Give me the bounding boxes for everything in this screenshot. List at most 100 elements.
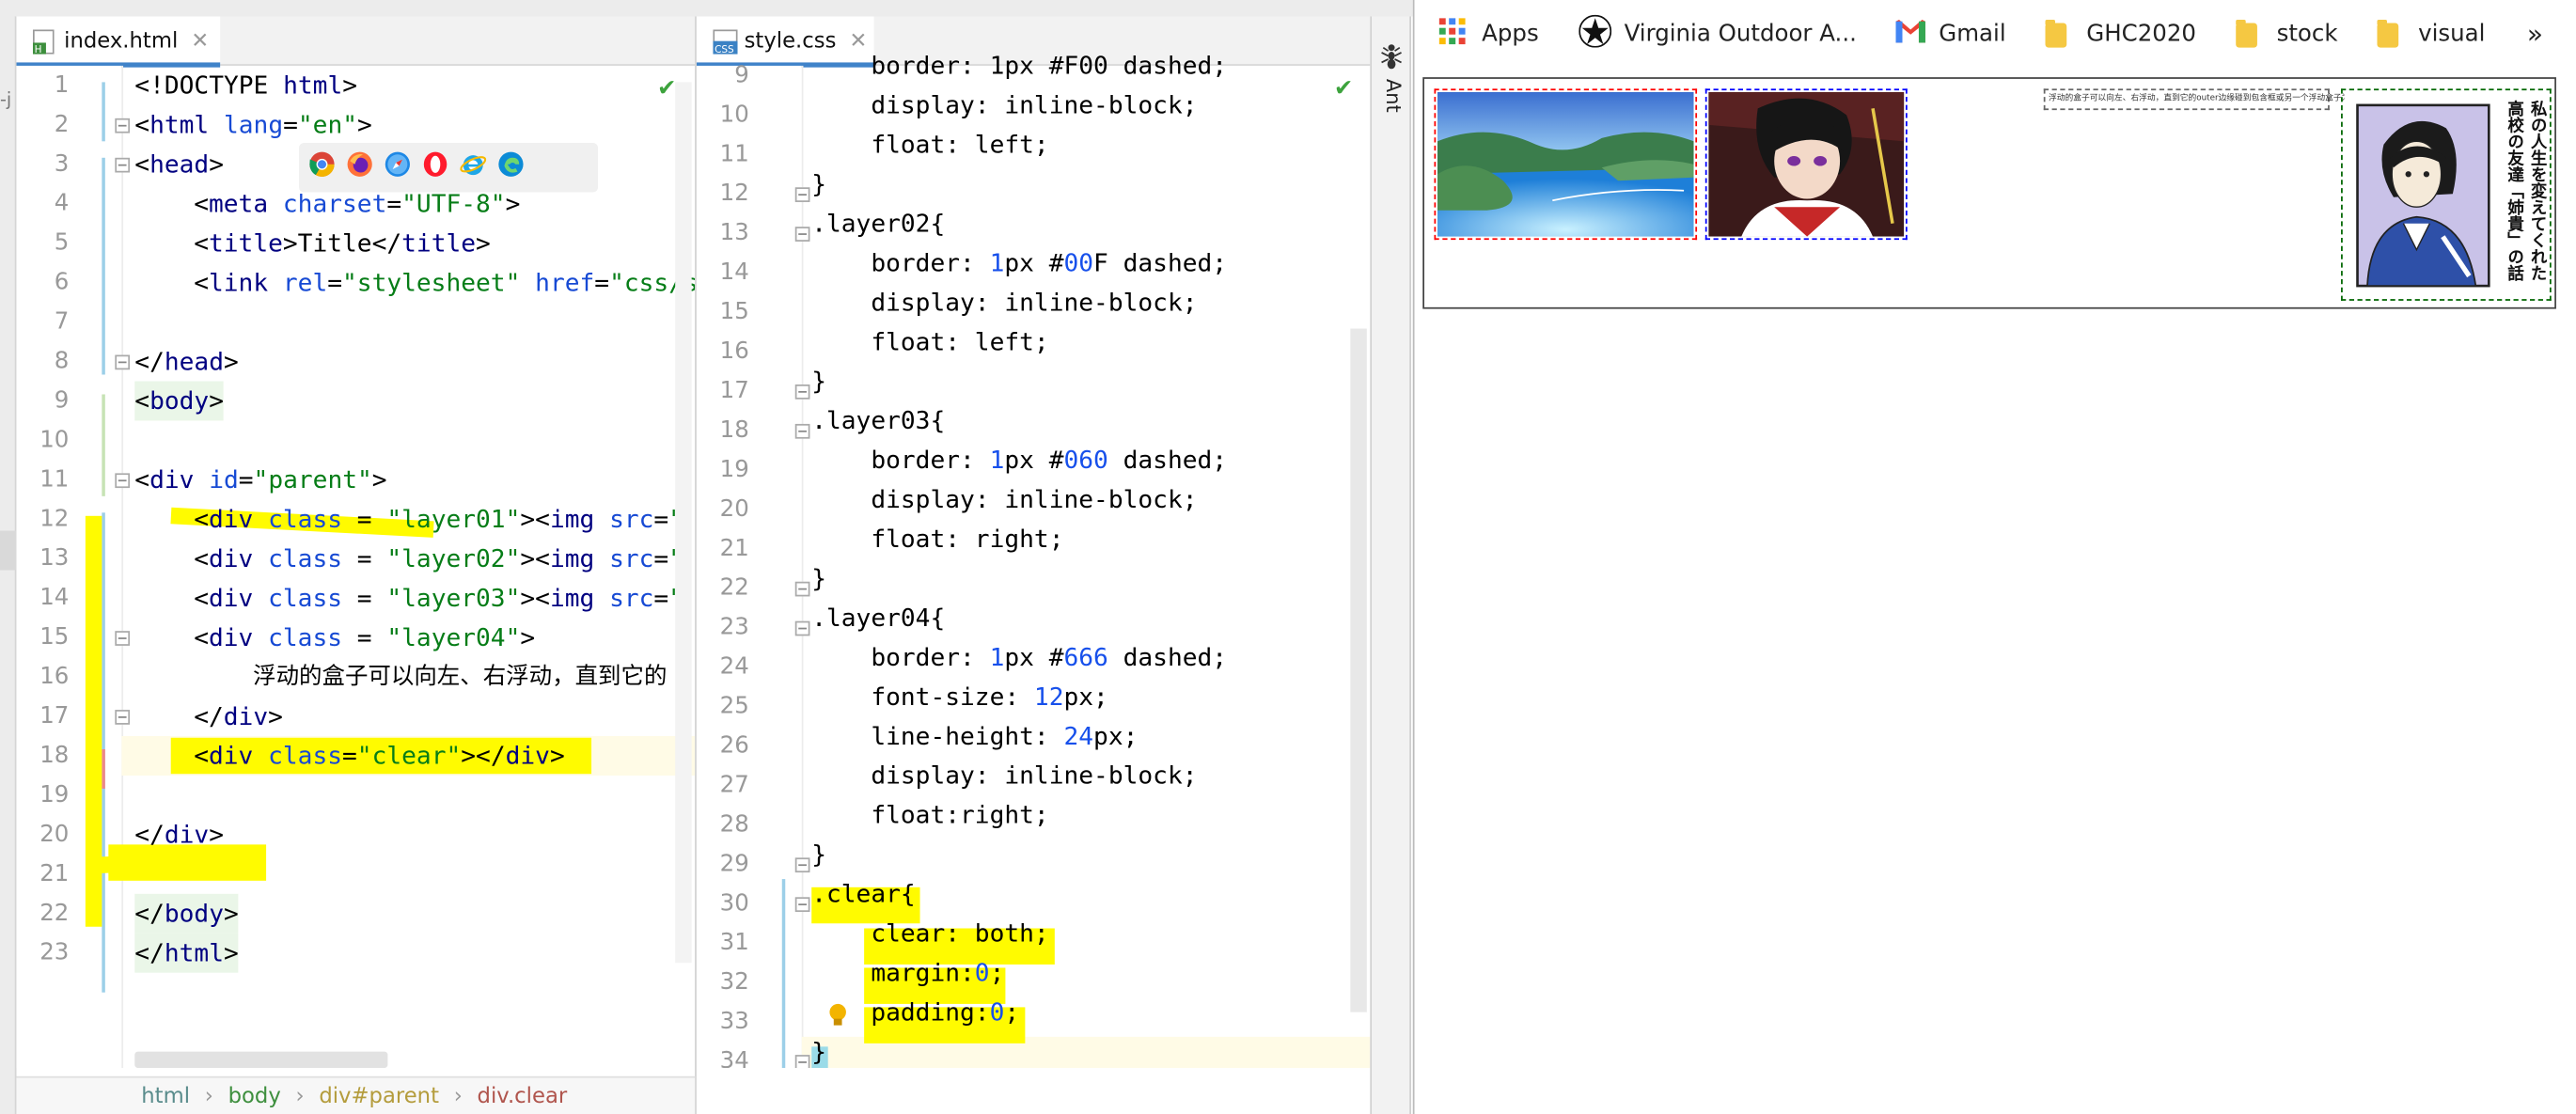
fold-marker-icon[interactable]: [115, 118, 131, 133]
line-number: 1: [54, 71, 70, 99]
breadcrumb-div-clear[interactable]: div.clear: [478, 1084, 568, 1108]
firefox-icon[interactable]: [347, 151, 373, 184]
internet-explorer-icon[interactable]: [460, 151, 487, 184]
line-number: 22: [719, 574, 749, 602]
close-tab-icon[interactable]: ✕: [191, 29, 209, 54]
editor-pane-html[interactable]: H index.html ✕ 1 2 3 4 5 6 7 8 9 10 11 12 13 14 15 16 17…: [16, 16, 696, 1069]
more-bookmarks-chevron-icon[interactable]: »: [2527, 18, 2543, 49]
code-area-css[interactable]: border: 1px #F00 dashed; display: inline…: [811, 46, 1370, 1069]
left-edge-label: -j: [0, 88, 12, 111]
breadcrumb-body[interactable]: body: [228, 1084, 281, 1108]
tab-index-html[interactable]: H index.html ✕: [16, 16, 221, 68]
fold-marker-icon[interactable]: [794, 384, 810, 400]
bookmark-apps[interactable]: Apps: [1438, 18, 1539, 51]
css-line-25: font-size: 12px;: [811, 682, 1108, 712]
bookmark-label: Virginia Outdoor A...: [1624, 21, 1857, 48]
css-line-29: }: [811, 839, 826, 870]
line-number: 28: [719, 811, 749, 839]
code-line-13: <div class = "layer02"><img src=": [194, 543, 683, 573]
line-number: 33: [719, 1009, 749, 1036]
fold-marker-icon[interactable]: [115, 710, 131, 725]
line-number: 25: [719, 693, 749, 720]
chrome-icon[interactable]: [309, 151, 336, 184]
manga-title: 私の人生を変えてくれた高校の友達「姉貴」の話: [2504, 100, 2545, 281]
breadcrumb-html[interactable]: html: [141, 1084, 190, 1108]
safari-icon[interactable]: [385, 151, 411, 184]
css-line-23: .layer04{: [811, 603, 946, 633]
bookmark-folder-ghc2020[interactable]: GHC2020: [2045, 19, 2196, 48]
css-line-16: float: left;: [811, 326, 1049, 357]
code-line-23: </html>: [134, 933, 239, 973]
fold-marker-icon[interactable]: [794, 581, 810, 597]
css-line-24: border: 1px #666 dashed;: [811, 642, 1228, 672]
line-number: 19: [39, 781, 70, 808]
vertical-scrollbar[interactable]: [1350, 328, 1367, 1012]
code-line-1: <!DOCTYPE html>: [134, 71, 358, 101]
fold-marker-icon[interactable]: [115, 473, 131, 489]
fold-marker-icon[interactable]: [794, 857, 810, 873]
css-line-18: .layer03{: [811, 405, 946, 436]
opera-icon[interactable]: [422, 151, 448, 184]
project-tool-strip[interactable]: -j: [0, 16, 17, 1114]
fold-marker-icon[interactable]: [115, 631, 131, 646]
ant-tool-strip[interactable]: Ant: [1372, 16, 1412, 1114]
line-number: 8: [54, 348, 70, 375]
window-top-strip: [0, 0, 1413, 17]
no-problems-check-icon: ✔: [656, 75, 677, 102]
bookmarks-bar: Apps Virginia Outdoor A... Gmail GHC2020: [1414, 0, 2576, 70]
landscape-image: [1437, 91, 1694, 237]
fold-marker-icon[interactable]: [794, 620, 810, 636]
anime-character-image: [1708, 91, 1905, 237]
line-number: 23: [719, 614, 749, 641]
css-line-13: .layer02{: [811, 208, 946, 239]
bookmark-label: Apps: [1482, 21, 1539, 48]
css-line-14: border: 1px #00F dashed;: [811, 247, 1228, 278]
line-number: 4: [54, 190, 70, 217]
line-number: 12: [719, 180, 749, 208]
browser-preview-popup: [299, 143, 599, 193]
chevron-right-icon: ›: [295, 1083, 305, 1108]
fold-marker-icon[interactable]: [794, 227, 810, 242]
line-number-gutter: 1 2 3 4 5 6 7 8 9 10 11 12 13 14 15 16 17 18 19 20 21 22 23: [16, 65, 122, 1069]
fold-marker-icon[interactable]: [794, 187, 810, 202]
horizontal-scrollbar[interactable]: [134, 1051, 388, 1069]
css-line-19: border: 1px #060 dashed;: [811, 445, 1228, 476]
lightbulb-icon[interactable]: [828, 1002, 848, 1035]
css-line-21: float: right;: [811, 524, 1064, 555]
line-number: 11: [719, 141, 749, 168]
layer04-box: 浮动的盒子可以向左、右浮动，直到它的outer边缘碰到包含框或另一个浮动盒子为止: [2043, 88, 2358, 111]
fold-marker-icon[interactable]: [115, 157, 131, 173]
bookmark-virginia-outdoor[interactable]: Virginia Outdoor A...: [1578, 14, 1857, 55]
fold-marker-icon[interactable]: [794, 423, 810, 439]
fold-marker-icon[interactable]: [794, 1055, 810, 1069]
css-line-17: }: [811, 366, 826, 397]
bookmark-label: stock: [2276, 21, 2338, 48]
layer03-box: 私の人生を変えてくれた高校の友達「姉貴」の話: [2341, 88, 2552, 301]
code-area-html[interactable]: <!DOCTYPE html> <html lang="en"> <head> …: [85, 66, 695, 1068]
bookmark-gmail[interactable]: Gmail: [1895, 19, 2006, 49]
line-number: 15: [719, 299, 749, 326]
code-line-14: <div class = "layer03"><img src=": [194, 583, 683, 613]
code-line-5: <title>Title</title>: [194, 228, 491, 259]
fold-marker-icon[interactable]: [115, 354, 131, 370]
code-line-22: </body>: [134, 893, 239, 934]
chevron-right-icon: ›: [453, 1083, 463, 1108]
bookmark-folder-stock[interactable]: stock: [2235, 19, 2338, 48]
code-line-17: </div>: [194, 701, 283, 731]
ant-icon: [1380, 42, 1403, 75]
breadcrumb-div-parent[interactable]: div#parent: [319, 1084, 439, 1108]
svg-text:CSS: CSS: [715, 43, 734, 54]
line-number: 31: [719, 930, 749, 957]
code-line-20: </div>: [134, 820, 224, 850]
edge-icon[interactable]: [497, 151, 524, 184]
line-number: 17: [39, 703, 70, 730]
code-line-16: 浮动的盒子可以向左、右浮动，直到它的: [253, 664, 668, 691]
editor-pane-css[interactable]: CSS style.css ✕ 9 10 11 12 13 14 15 16 17 18 19 20 2…: [696, 16, 1371, 1069]
vertical-scrollbar[interactable]: [675, 82, 692, 964]
bookmark-folder-visual[interactable]: visual: [2377, 19, 2485, 48]
line-number: 11: [39, 466, 70, 494]
css-line-34: }: [811, 1036, 826, 1067]
fold-marker-icon[interactable]: [794, 897, 810, 913]
code-line-18: <div class="clear"></div>: [194, 741, 565, 771]
layer02-box: [1704, 88, 1908, 241]
